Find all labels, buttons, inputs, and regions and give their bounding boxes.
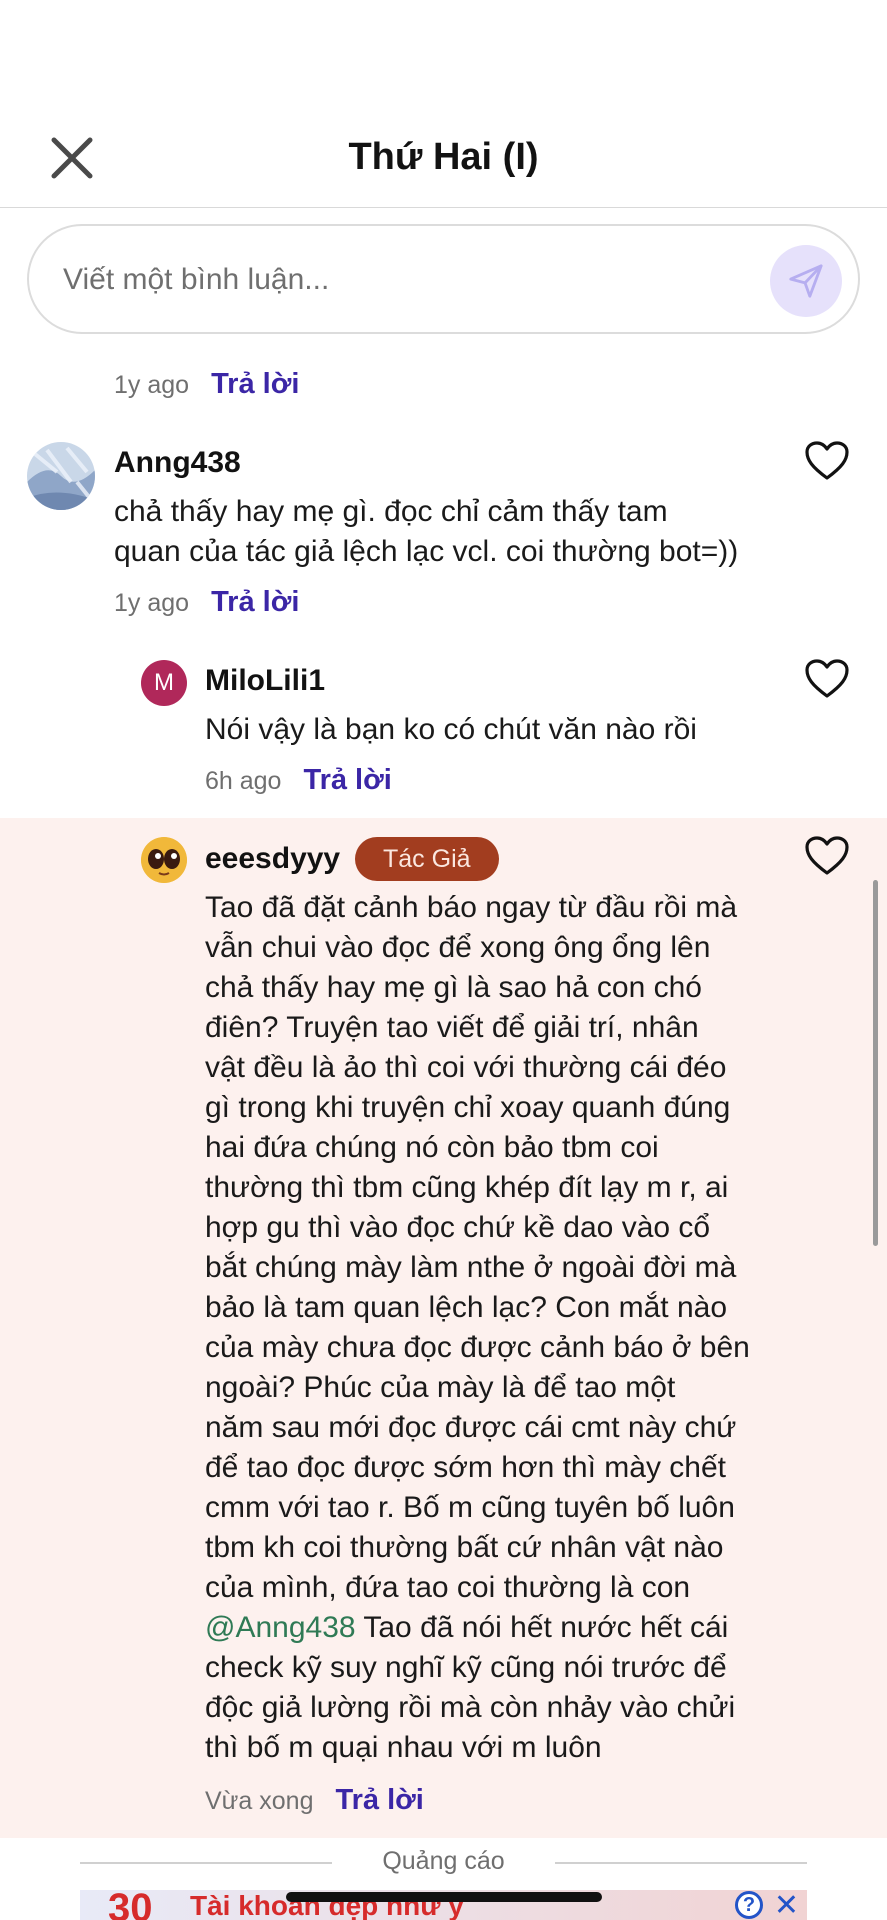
- reply-button[interactable]: Trả lời: [211, 368, 299, 401]
- reply-button[interactable]: Trả lời: [211, 586, 299, 619]
- comment-body: Nói vậy là bạn ko có chút văn nào rồi: [205, 710, 765, 750]
- avatar[interactable]: M: [141, 660, 187, 706]
- comment-meta: Vừa xong Trả lời: [205, 1784, 424, 1817]
- reply-button[interactable]: Trả lời: [303, 764, 391, 797]
- comment-line: chả thấy hay mẹ gì. đọc chỉ cảm thấy tam: [114, 495, 668, 528]
- comment-meta: 6h ago Trả lời: [205, 764, 392, 797]
- comment-item: Anng438 chả thấy hay mẹ gì. đọc chỉ cảm …: [0, 440, 887, 620]
- comment-meta: 1y ago Trả lời: [114, 368, 299, 401]
- comment-line: điên? Truyện tao viết để giải trí, nhân: [205, 1011, 699, 1044]
- ad-info-icon[interactable]: ?: [735, 1891, 763, 1919]
- comment-line: chả thấy hay mẹ gì là sao hả con chó: [205, 971, 702, 1004]
- username[interactable]: Anng438: [114, 446, 241, 480]
- home-indicator: [286, 1892, 602, 1902]
- username[interactable]: eeesdyyy: [205, 842, 340, 876]
- comment-line: hợp gu thì vào đọc chứ kề dao vào cổ: [205, 1211, 711, 1244]
- comment-time: 1y ago: [114, 371, 190, 399]
- send-button[interactable]: [770, 245, 842, 317]
- username[interactable]: MiloLili1: [205, 664, 325, 698]
- header-bar: Thứ Hai (I): [0, 100, 887, 208]
- reply-button[interactable]: Trả lời: [335, 1784, 423, 1817]
- comment-line: tbm kh coi thường bất cứ nhân vật nào: [205, 1531, 724, 1564]
- user-mention-link[interactable]: @Anng438: [205, 1611, 356, 1644]
- heart-icon[interactable]: [804, 658, 850, 700]
- heart-icon[interactable]: [804, 440, 850, 482]
- reply-item: M MiloLili1 Nói vậy là bạn ko có chút vă…: [0, 658, 887, 798]
- cartoon-avatar-image: [141, 837, 187, 883]
- comment-body: chả thấy hay mẹ gì. đọc chỉ cảm thấy tam…: [114, 492, 764, 572]
- ad-close-icon[interactable]: ✕: [774, 1890, 799, 1920]
- comment-line: thì bố m quại nhau với m luôn: [205, 1731, 602, 1764]
- ad-banner-number: 30: [108, 1890, 153, 1920]
- comment-line: thường thì tbm cũng khép đít lạy m r, ai: [205, 1171, 729, 1204]
- comment-line: bắt chúng mày làm nthe ở ngoài đời mà: [205, 1251, 737, 1284]
- comment-input[interactable]: [63, 254, 743, 306]
- comment-line: quan của tác giả lệch lạc vcl. coi thườn…: [114, 535, 739, 568]
- comment-line: cmm với tao r. Bố m cũng tuyên bố luôn: [205, 1491, 735, 1524]
- comment-line: @Anng438 Tao đã nói hết nước hết cái: [205, 1608, 845, 1648]
- comment-line: Tao đã đặt cảnh báo ngay từ đầu rồi mà: [205, 891, 738, 924]
- comment-line: check kỹ suy nghĩ kỹ cũng nói trước để: [205, 1651, 727, 1684]
- scrollbar[interactable]: [873, 880, 878, 1246]
- comment-line: bảo là tam quan lệch lạc? Con mắt nào: [205, 1291, 727, 1324]
- comment-line: ngoài? Phúc của mày là để tao một: [205, 1371, 676, 1404]
- ad-label: Quảng cáo: [382, 1847, 505, 1875]
- comment-time: Vừa xong: [205, 1787, 314, 1815]
- landscape-avatar-image: [27, 442, 95, 510]
- comment-line: gì trong khi truyện chỉ xoay quanh đúng: [205, 1091, 731, 1124]
- comment-line: của mình, đứa tao coi thường là con: [205, 1571, 691, 1604]
- comment-body: Tao đã đặt cảnh báo ngay từ đầu rồi mà v…: [205, 888, 845, 1768]
- comment-line: vẫn chui vào đọc để xong ông ổng lên: [205, 931, 711, 964]
- avatar[interactable]: [141, 837, 187, 883]
- comment-meta: 1y ago Trả lời: [114, 586, 299, 619]
- comment-composer: [27, 224, 860, 334]
- comment-line: hai đứa chúng nó còn bảo tbm coi: [205, 1131, 659, 1164]
- comment-line: của mày chưa đọc được cảnh báo ở bên: [205, 1331, 750, 1364]
- comment-line-text: Tao đã nói hết nước hết cái: [355, 1611, 729, 1644]
- comment-time: 6h ago: [205, 767, 282, 795]
- author-badge: Tác Giả: [355, 837, 499, 881]
- heart-icon[interactable]: [804, 835, 850, 877]
- comment-time: 1y ago: [114, 589, 190, 617]
- avatar[interactable]: [27, 442, 95, 510]
- comment-line: vật đều là ảo thì coi với thường cái đéo: [205, 1051, 727, 1084]
- comment-line: năm sau mới đọc được cái cmt này chứ: [205, 1411, 737, 1444]
- page-title: Thứ Hai (I): [348, 136, 539, 178]
- comment-line: Nói vậy là bạn ko có chút văn nào rồi: [205, 713, 697, 746]
- send-icon: [789, 264, 823, 298]
- comment-line: để tao đọc được sớm hơn thì mày chết: [205, 1451, 727, 1484]
- comment-line: độc giả lường rồi mà còn nhảy vào chửi: [205, 1691, 736, 1724]
